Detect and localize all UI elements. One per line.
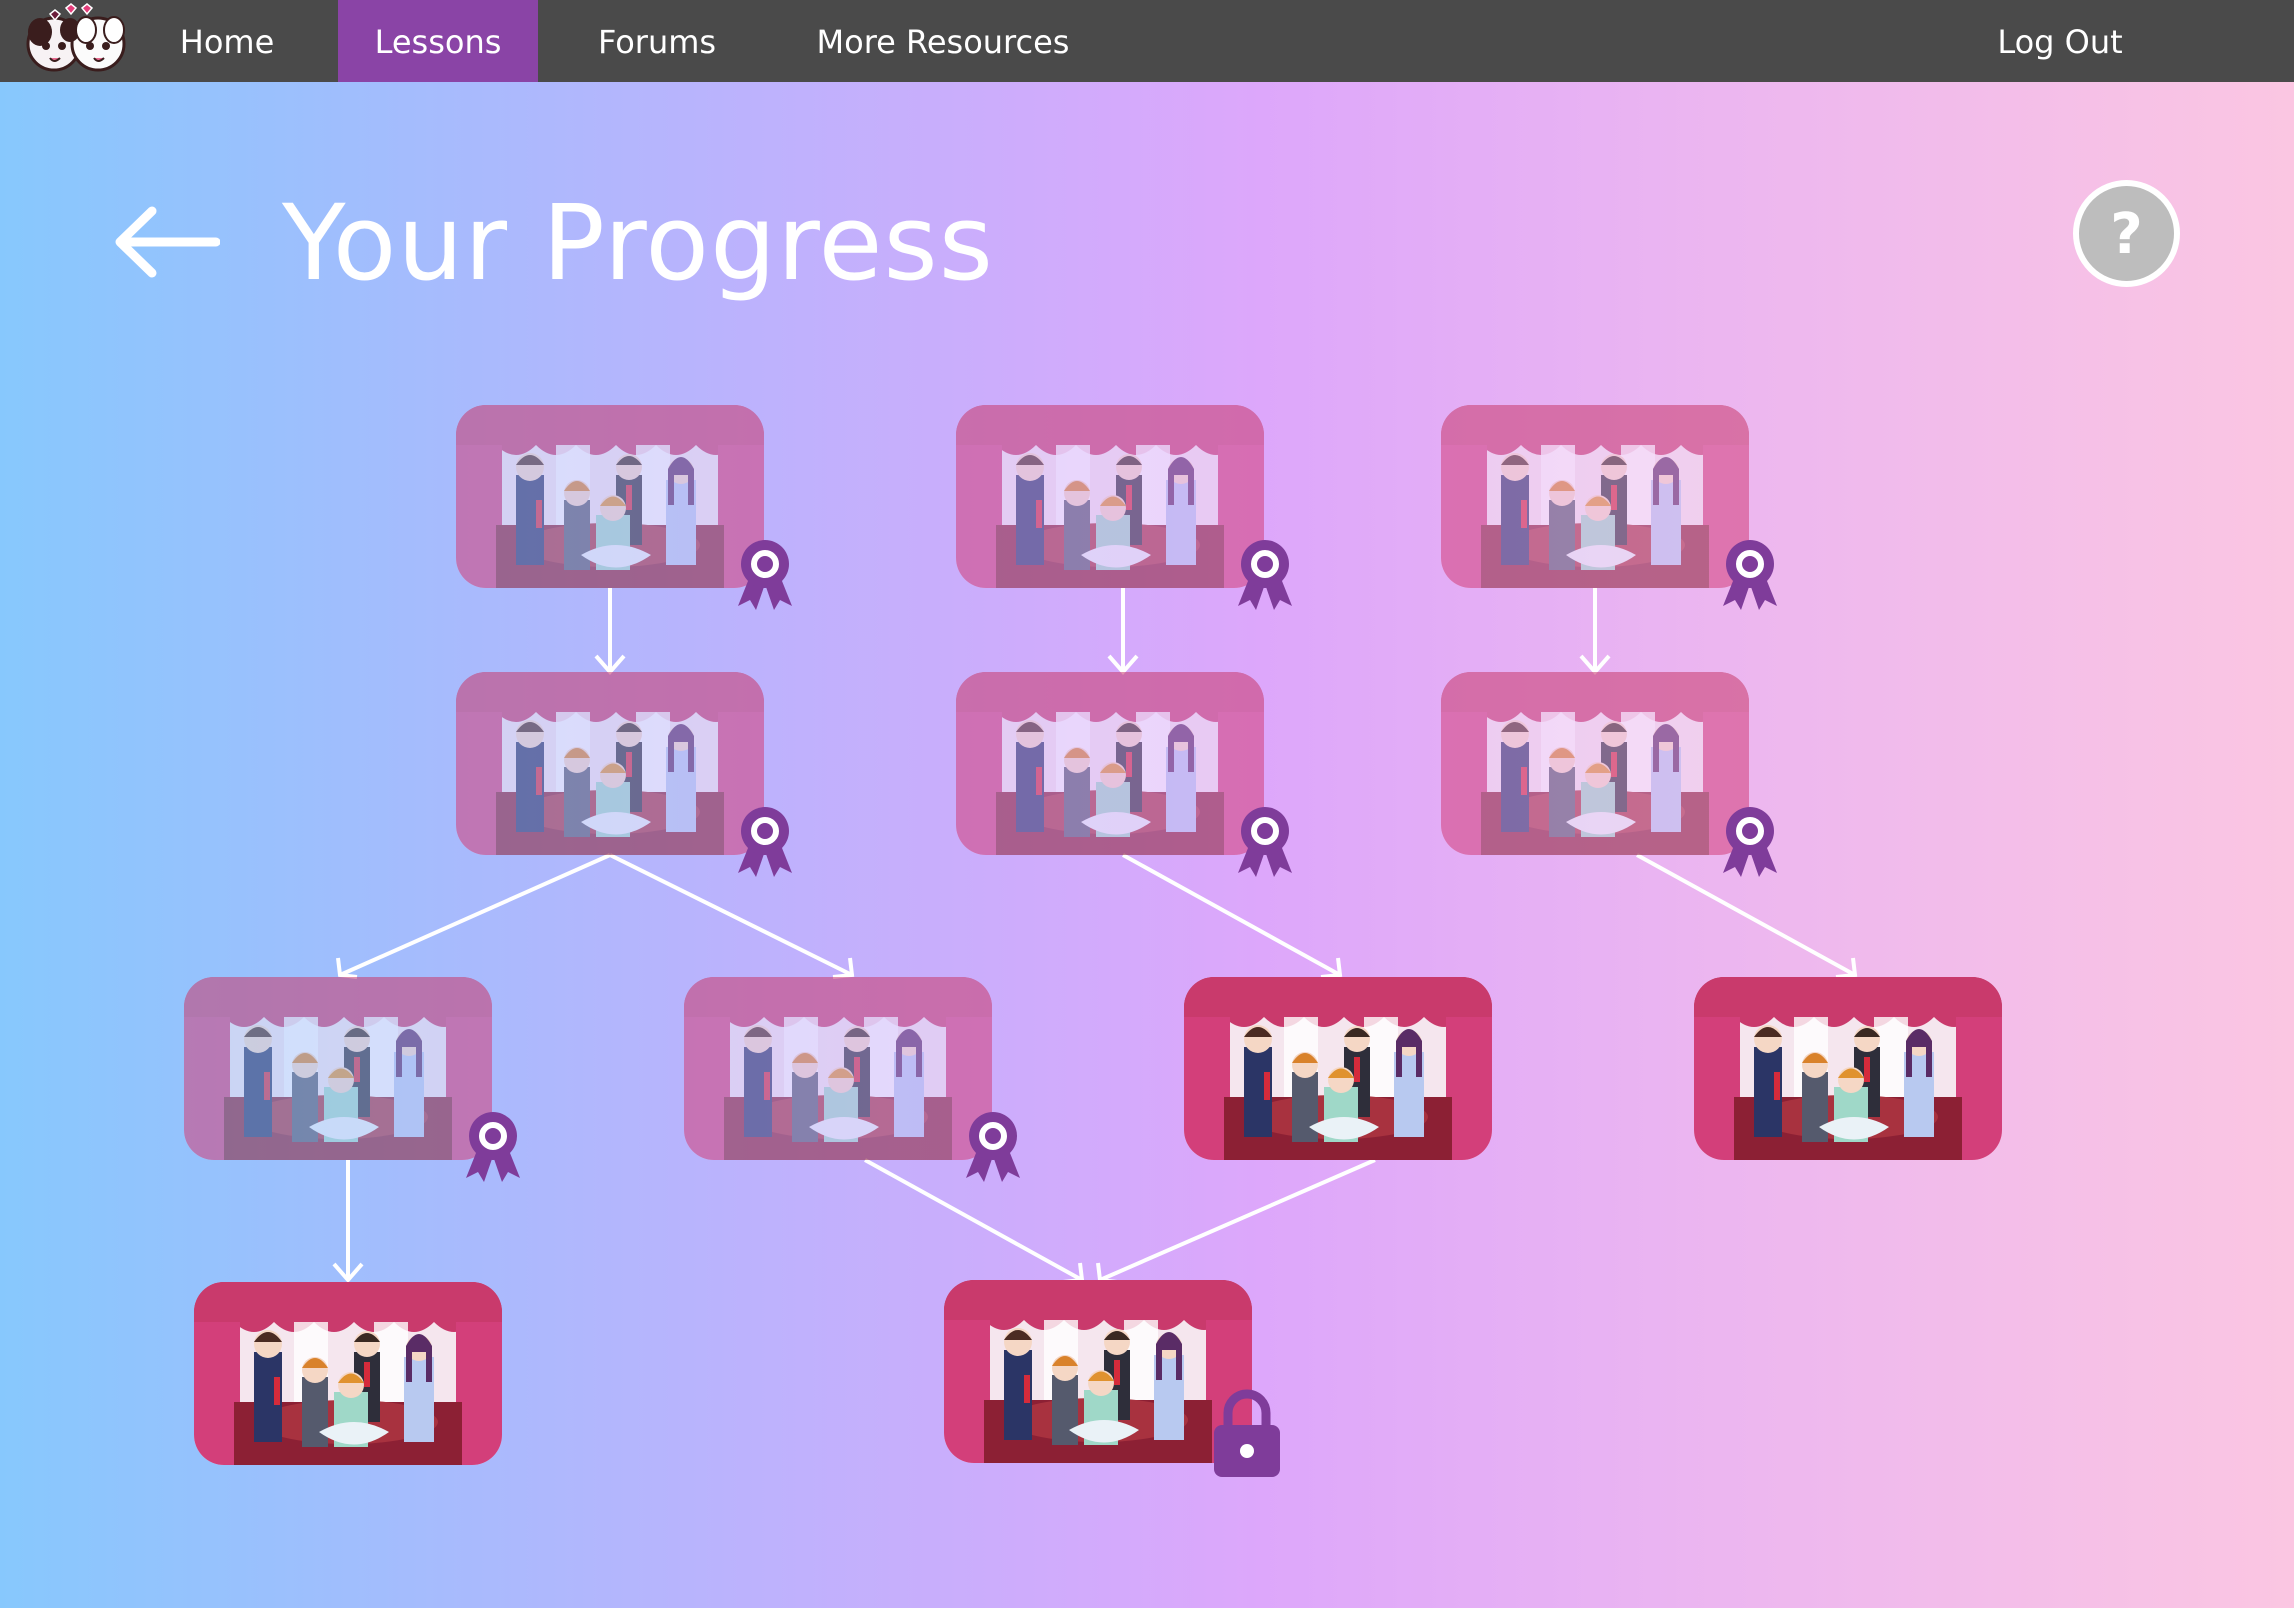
- lesson-node[interactable]: [456, 405, 792, 610]
- lesson-node[interactable]: [1441, 672, 1777, 877]
- ribbon-award-icon: [1723, 807, 1777, 877]
- connector-arrowhead: [1107, 654, 1139, 676]
- logout-link[interactable]: Log Out: [1978, 0, 2142, 82]
- connector: [1099, 1158, 1376, 1282]
- lesson-thumbnail: [1184, 977, 1492, 1160]
- lesson-thumbnail: [956, 405, 1264, 588]
- lesson-node[interactable]: [184, 977, 520, 1182]
- ribbon-award-icon: [466, 1112, 520, 1182]
- nav-more-resources[interactable]: More Resources: [796, 0, 1090, 82]
- lesson-thumbnail: [456, 672, 764, 855]
- connector-arrowhead: [1320, 957, 1343, 979]
- lesson-thumbnail: [956, 672, 1264, 855]
- connector-arrowhead: [1835, 957, 1858, 979]
- page-title: Your Progress: [282, 182, 994, 304]
- nav-lessons[interactable]: Lessons: [338, 0, 538, 82]
- lesson-thumbnail: [1441, 405, 1749, 588]
- lesson-node[interactable]: [1184, 977, 1492, 1160]
- nav-home[interactable]: Home: [150, 0, 304, 82]
- connector-arrowhead: [336, 957, 358, 979]
- lesson-node[interactable]: [456, 672, 792, 877]
- connector: [339, 853, 611, 977]
- connector: [609, 853, 853, 977]
- lesson-node[interactable]: [1694, 977, 2002, 1160]
- connector-arrowhead: [1579, 654, 1611, 676]
- lesson-thumbnail: [684, 977, 992, 1160]
- lesson-thumbnail: [456, 405, 764, 588]
- lesson-thumbnail: [944, 1280, 1252, 1463]
- help-button[interactable]: ?: [2073, 180, 2180, 287]
- ribbon-award-icon: [738, 540, 792, 610]
- lesson-node[interactable]: [956, 405, 1292, 610]
- ribbon-award-icon: [1238, 540, 1292, 610]
- connector-arrowhead: [832, 957, 855, 979]
- ribbon-award-icon: [1238, 807, 1292, 877]
- lesson-thumbnail: [194, 1282, 502, 1465]
- connector-arrowhead: [594, 654, 626, 676]
- lesson-thumbnail: [184, 977, 492, 1160]
- lesson-node[interactable]: [684, 977, 1020, 1182]
- ribbon-award-icon: [966, 1112, 1020, 1182]
- ribbon-award-icon: [738, 807, 792, 877]
- lesson-node[interactable]: [956, 672, 1292, 877]
- lesson-thumbnail: [1441, 672, 1749, 855]
- lesson-node[interactable]: [1441, 405, 1777, 610]
- mascot-logo-icon[interactable]: [20, 2, 132, 78]
- nav-forums[interactable]: Forums: [572, 0, 742, 82]
- lesson-node-locked: [944, 1280, 1280, 1477]
- padlock-icon: [1214, 1389, 1280, 1477]
- arrow-left-icon[interactable]: [112, 205, 220, 279]
- lesson-thumbnail: [1694, 977, 2002, 1160]
- ribbon-award-icon: [1723, 540, 1777, 610]
- lesson-node[interactable]: [194, 1282, 502, 1465]
- connector-arrowhead: [332, 1262, 364, 1284]
- top-navigation-bar: Home Lessons Forums More Resources Log O…: [0, 0, 2294, 82]
